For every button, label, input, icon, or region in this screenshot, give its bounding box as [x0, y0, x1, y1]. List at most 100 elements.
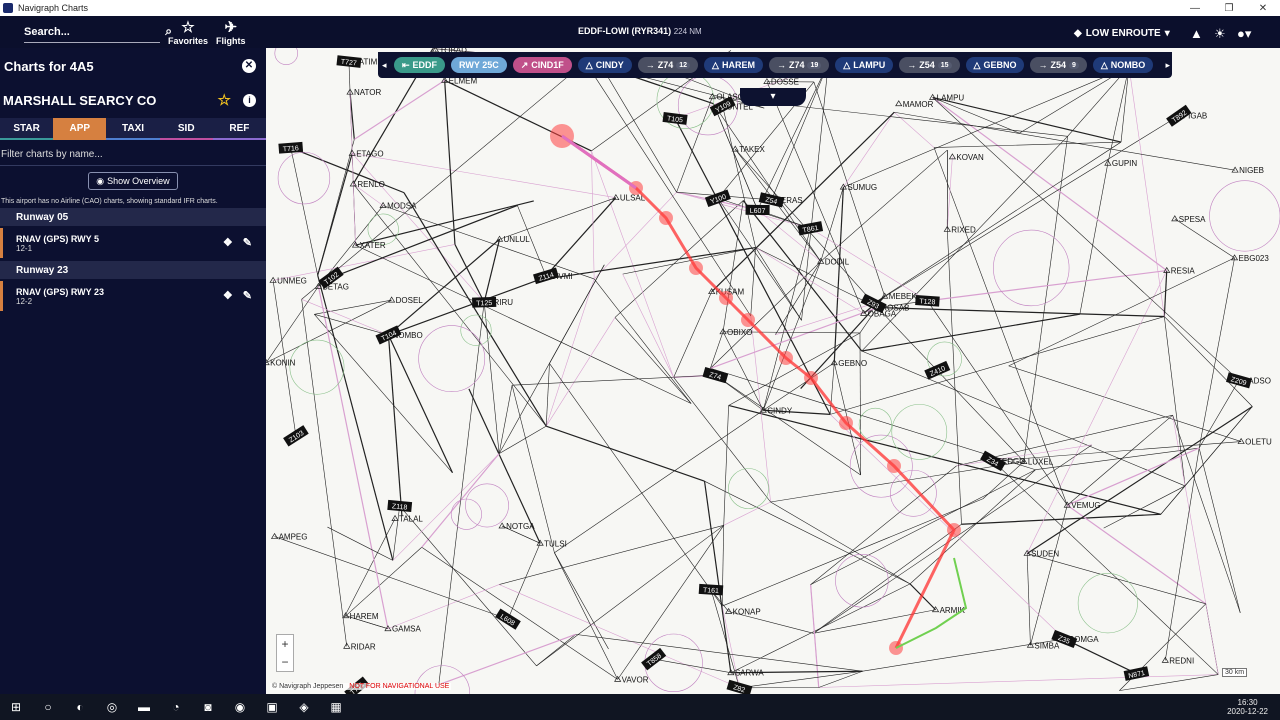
brightness-icon[interactable]: ☀: [1214, 26, 1226, 42]
waypoint-label: KOVAN: [956, 153, 984, 162]
steam-icon[interactable]: ◐: [64, 700, 96, 714]
route-waypoint-marker[interactable]: [779, 351, 793, 365]
route-chip[interactable]: → Z54 15: [899, 57, 960, 73]
waypoint-icon[interactable]: [342, 612, 350, 619]
show-overview-button[interactable]: ◉ Show Overview: [88, 172, 178, 190]
route-waypoint-marker[interactable]: [719, 291, 733, 305]
waypoint-icon[interactable]: [763, 77, 771, 84]
airway-line: [498, 525, 724, 585]
route-title[interactable]: EDDF-LOWI (RYR341) 224 NM: [578, 26, 702, 36]
route-chip-label: GEBNO: [983, 60, 1017, 70]
route-waypoint-marker[interactable]: [839, 416, 853, 430]
tab-taxi[interactable]: TAXI: [106, 118, 160, 140]
route-waypoint-marker[interactable]: [741, 313, 755, 327]
airway-line: [818, 674, 1219, 688]
close-icon[interactable]: ✕: [242, 59, 256, 73]
route-waypoint-marker[interactable]: [804, 371, 818, 385]
tab-ref-label: REF: [229, 122, 250, 134]
route-chip[interactable]: △ NOMBO: [1092, 57, 1154, 73]
airway-designator: T716: [278, 141, 304, 154]
airway-line: [711, 111, 895, 293]
account-icon[interactable]: ●▾: [1237, 26, 1251, 42]
layers-stack-icon[interactable]: ❖: [223, 236, 233, 249]
chart-list-item[interactable]: RNAV (GPS) RWY 23 12-2 ❖ ✎: [0, 281, 266, 311]
discord-icon[interactable]: ◙: [192, 700, 224, 714]
route-chip[interactable]: → Z74 12: [637, 57, 699, 73]
route-chip[interactable]: → Z74 19: [768, 57, 830, 73]
airway-designator: Z103: [283, 425, 309, 447]
edge-icon[interactable]: ◔: [160, 700, 192, 714]
waypoint-icon[interactable]: [270, 532, 279, 539]
route-chip[interactable]: ⇤ EDDF: [394, 57, 446, 73]
route-chip-label: CIND1F: [531, 60, 564, 70]
maximize-button[interactable]: ❐: [1212, 3, 1246, 14]
airway-line: [444, 80, 456, 245]
pin-icon[interactable]: ✎: [243, 289, 252, 302]
route-chip[interactable]: → Z54 9: [1030, 57, 1087, 73]
layers-stack-icon[interactable]: ❖: [223, 289, 233, 302]
layer-selector[interactable]: ◆ LOW ENROUTE ▾: [1074, 28, 1170, 39]
info-icon[interactable]: i: [243, 93, 256, 107]
tab-ref[interactable]: REF: [212, 118, 267, 140]
route-waypoint-marker[interactable]: [689, 261, 703, 275]
map-canvas[interactable]: CINDY HAREM LAMPU GEBNO NOMBO RIXED DODIL RIDAR…: [266, 48, 1280, 694]
waypoint-triangle-icon: △: [843, 59, 851, 70]
airway-line: [715, 374, 861, 476]
airway-line: [290, 147, 318, 276]
windows-start-icon[interactable]: ⊞: [0, 700, 32, 714]
airway-line: [546, 425, 705, 482]
airway-line: [1026, 405, 1253, 554]
route-waypoint-marker[interactable]: [887, 459, 901, 473]
zoom-in-button[interactable]: +: [277, 635, 293, 653]
search-icon[interactable]: ○: [32, 700, 64, 714]
route-waypoint-marker[interactable]: [947, 523, 961, 537]
app-icon[interactable]: ▣: [256, 700, 288, 714]
favorites-button[interactable]: ☆ Favorites: [168, 20, 208, 47]
chevron-left-icon[interactable]: ◂: [382, 60, 387, 71]
navigraph-icon[interactable]: ▦: [320, 700, 352, 714]
waypoint-icon[interactable]: [379, 201, 387, 208]
waypoint-icon[interactable]: [895, 100, 903, 107]
enroute-map[interactable]: CINDY HAREM LAMPU GEBNO NOMBO RIXED DODIL RIDAR…: [266, 48, 1280, 694]
route-chip[interactable]: ↗ CIND1F: [512, 57, 572, 73]
system-clock[interactable]: 16:30 2020-12-22: [1227, 698, 1268, 716]
close-window-button[interactable]: ✕: [1246, 3, 1280, 14]
spotify-icon[interactable]: ◉: [224, 700, 256, 714]
flights-button[interactable]: ✈ Flights: [216, 20, 246, 47]
waypoint-label: TALAL: [399, 515, 423, 524]
tab-sid[interactable]: SID: [159, 118, 213, 140]
zoom-out-button[interactable]: −: [277, 653, 293, 671]
folder-icon[interactable]: ▬: [128, 700, 160, 714]
waypoint-icon[interactable]: [391, 514, 399, 521]
waypoint-label: DOSSE: [771, 78, 799, 87]
airway-line: [314, 314, 389, 336]
airway-line: [723, 405, 729, 526]
collapse-strip-button[interactable]: ▾: [740, 88, 806, 106]
route-chip[interactable]: RWY 25C: [451, 57, 507, 73]
airway-line: [1198, 257, 1235, 449]
route-chip[interactable]: △ CINDY: [577, 57, 632, 73]
route-waypoint-marker[interactable]: [659, 211, 673, 225]
route-chip[interactable]: △ HAREM: [704, 57, 763, 73]
chart-list-item[interactable]: RNAV (GPS) RWY 5 12-1 ❖ ✎: [0, 228, 266, 258]
chrome-icon[interactable]: ◎: [96, 700, 128, 714]
svg-text:T892: T892: [1171, 109, 1188, 124]
tab-star[interactable]: STAR: [0, 118, 54, 140]
tab-taxi-label: TAXI: [121, 122, 145, 134]
app-icon[interactable]: ◈: [288, 700, 320, 714]
airway-line: [750, 247, 756, 316]
filter-charts-input[interactable]: Filter charts by name...: [0, 144, 266, 166]
tab-app[interactable]: APP: [53, 118, 107, 140]
search-input[interactable]: Search... ⌕: [24, 21, 172, 43]
chevron-right-icon[interactable]: ▸: [1165, 60, 1170, 71]
waypoint-label: RESIA: [1171, 267, 1196, 276]
route-chip[interactable]: △ GEBNO: [965, 57, 1025, 73]
north-arrow-icon[interactable]: ▲: [1190, 26, 1203, 41]
pin-icon[interactable]: ✎: [243, 236, 252, 249]
route-chip[interactable]: △ LAMPU: [835, 57, 894, 73]
route-distance: 224 NM: [673, 27, 702, 36]
waypoint-label: EBG023: [1239, 254, 1270, 263]
favorite-star-icon[interactable]: ☆: [218, 91, 231, 109]
minimize-button[interactable]: —: [1178, 3, 1212, 14]
airway-line: [343, 518, 396, 618]
